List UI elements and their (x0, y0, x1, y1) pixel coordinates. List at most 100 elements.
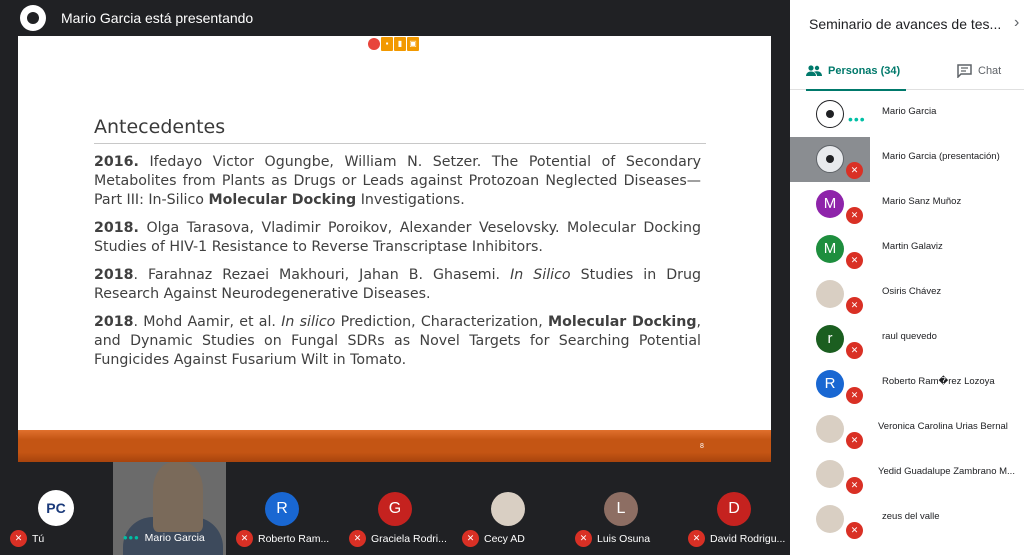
mic-off-icon: ✕ (688, 530, 705, 547)
participant-row[interactable]: ••• Mario Garcia (790, 92, 1024, 137)
reference-item: 2018. Mohd Aamir, et al. In silico Predi… (94, 313, 701, 370)
participant-list[interactable]: ✕ ••• Mario Garcia ✕ Mario Garcia (presentac… (790, 91, 1024, 555)
participant-name: Martin Galaviz (882, 241, 943, 252)
participant-row[interactable]: M ✕ Martin Galaviz (790, 227, 1024, 272)
meeting-title: Seminario de avances de tes... (809, 16, 1002, 32)
tile-name: Mario Garcia (144, 531, 205, 544)
people-icon (806, 65, 822, 76)
ref-text: Investigations. (356, 192, 465, 208)
participant-row[interactable]: ✕ Yedid Guadalupe Zambrano M... (790, 452, 1024, 497)
tile-label: ✕ David Rodrigu... (688, 530, 785, 547)
tile-label: ✕ Roberto Ram... (236, 530, 329, 547)
filmstrip-tile[interactable]: L ✕ Luis Osuna (565, 462, 678, 555)
mic-off-icon: ✕ (846, 162, 863, 179)
presentation-slide: ▪ ▮ ▣ Antecedentes 2016. Ifedayo Victor … (18, 36, 771, 462)
window-icon[interactable]: ▣ (407, 37, 419, 51)
slide-heading: Antecedentes (94, 116, 226, 138)
slide-toolbar[interactable]: ▪ ▮ ▣ (368, 37, 419, 51)
avatar: R (816, 370, 844, 398)
panel-tabs: Personas (34) Chat (790, 52, 1024, 91)
reference-item: 2018. Farahnaz Rezaei Makhouri, Jahan B.… (94, 266, 701, 304)
mic-off-icon: ✕ (846, 297, 863, 314)
tab-chat[interactable]: Chat (957, 52, 1001, 90)
meet-window: Mario Garcia está presentando ▪ ▮ ▣ Ante… (0, 0, 1024, 555)
mic-off-icon: ✕ (846, 432, 863, 449)
mic-off-icon: ✕ (846, 342, 863, 359)
avatar: M (816, 235, 844, 263)
ref-year: 2018 (94, 314, 134, 330)
participant-row[interactable]: r ✕ raul quevedo (790, 317, 1024, 362)
tile-label: ✕ Tú (10, 530, 44, 547)
participant-row[interactable]: ✕ Mario Garcia (presentación) (790, 137, 1024, 182)
participant-row[interactable]: M ✕ Mario Sanz Muñoz (790, 182, 1024, 227)
avatar: R (265, 492, 299, 526)
mic-off-icon: ✕ (349, 530, 366, 547)
avatar (816, 100, 844, 128)
participant-row[interactable]: R ✕ Roberto Ram�rez Lozoya (790, 362, 1024, 407)
filmstrip-tile[interactable]: ✕ Cecy AD (452, 462, 565, 555)
mic-off-icon: ✕ (462, 530, 479, 547)
mic-icon[interactable]: ▮ (394, 37, 406, 51)
participant-name: Mario Garcia (presentación) (882, 151, 1000, 162)
avatar: PC (38, 490, 74, 526)
avatar (816, 505, 844, 533)
filmstrip-tile[interactable]: D ✕ David Rodrigu... (678, 462, 791, 555)
chevron-right-icon[interactable]: › (1014, 14, 1019, 32)
tile-name: Roberto Ram... (258, 532, 330, 545)
filmstrip-tile[interactable]: ••• Mario Garcia (113, 462, 226, 555)
avatar: D (717, 492, 751, 526)
ref-text: . Mohd Aamir, et al. (133, 314, 282, 330)
tab-people-label: Personas (34) (828, 65, 901, 77)
participant-name: raul quevedo (882, 331, 937, 342)
tab-chat-label: Chat (978, 65, 1002, 77)
presenter-title: Mario Garcia está presentando (61, 10, 254, 26)
presenter-bar: Mario Garcia está presentando (0, 0, 790, 36)
tile-name: Cecy AD (484, 532, 525, 545)
reference-item: 2016. Ifedayo Victor Ogungbe, William N.… (94, 153, 701, 210)
ref-italic: In Silico (510, 267, 571, 283)
avatar: M (816, 190, 844, 218)
mic-off-icon: ✕ (846, 522, 863, 539)
tile-label: ✕ Graciela Rodri... (349, 530, 447, 547)
mic-off-icon: ✕ (575, 530, 592, 547)
tile-name: Graciela Rodri... (371, 532, 447, 545)
participant-name: Roberto Ram�rez Lozoya (882, 376, 995, 387)
participant-row[interactable]: ✕ Veronica Carolina Urias Bernal (790, 407, 1024, 452)
avatar (491, 492, 525, 526)
participant-name: zeus del valle (882, 511, 940, 522)
ref-bold: Molecular Docking (208, 192, 357, 208)
speaking-indicator-icon: ••• (123, 530, 140, 545)
mic-off-icon: ✕ (846, 477, 863, 494)
avatar (816, 145, 844, 173)
mic-off-icon: ✕ (10, 530, 27, 547)
ref-text: . Farahnaz Rezaei Makhouri, Jahan B. Gha… (133, 267, 511, 283)
mic-off-icon: ✕ (846, 207, 863, 224)
ref-italic: In silico (281, 314, 336, 330)
participant-name: Veronica Carolina Urias Bernal (878, 421, 1008, 432)
chat-icon (957, 64, 972, 78)
tile-label: ✕ Cecy AD (462, 530, 525, 547)
participant-name: Yedid Guadalupe Zambrano M... (878, 466, 1015, 477)
tile-label: ••• Mario Garcia (123, 530, 205, 545)
avatar (816, 460, 844, 488)
filmstrip: PC ✕ Tú ••• Mario Garcia R ✕ Roberto Ram... G ✕ Gr… (0, 462, 790, 555)
avatar (816, 415, 844, 443)
filmstrip-tile[interactable]: R ✕ Roberto Ram... (226, 462, 339, 555)
filmstrip-tile[interactable]: G ✕ Graciela Rodri... (339, 462, 452, 555)
camera-icon[interactable]: ▪ (381, 37, 393, 51)
tile-name: Luis Osuna (597, 532, 651, 545)
participant-name: Mario Sanz Muñoz (882, 196, 962, 207)
ref-text: Olga Tarasova, Vladimir Poroikov, Alexan… (94, 220, 701, 255)
participant-name: Osiris Chávez (882, 286, 942, 297)
tile-name: Tú (32, 532, 45, 545)
participant-name: Mario Garcia (882, 106, 937, 117)
side-panel: Seminario de avances de tes... › Persona… (790, 0, 1024, 555)
avatar: G (378, 492, 412, 526)
participant-row[interactable]: ✕ zeus del valle (790, 497, 1024, 542)
record-icon[interactable] (368, 38, 380, 50)
tab-people[interactable]: Personas (34) (806, 52, 907, 91)
mic-off-icon: ✕ (846, 387, 863, 404)
ref-bold: Molecular Docking (548, 314, 697, 330)
filmstrip-tile[interactable]: PC ✕ Tú (0, 462, 113, 555)
participant-row[interactable]: ✕ Osiris Chávez (790, 272, 1024, 317)
